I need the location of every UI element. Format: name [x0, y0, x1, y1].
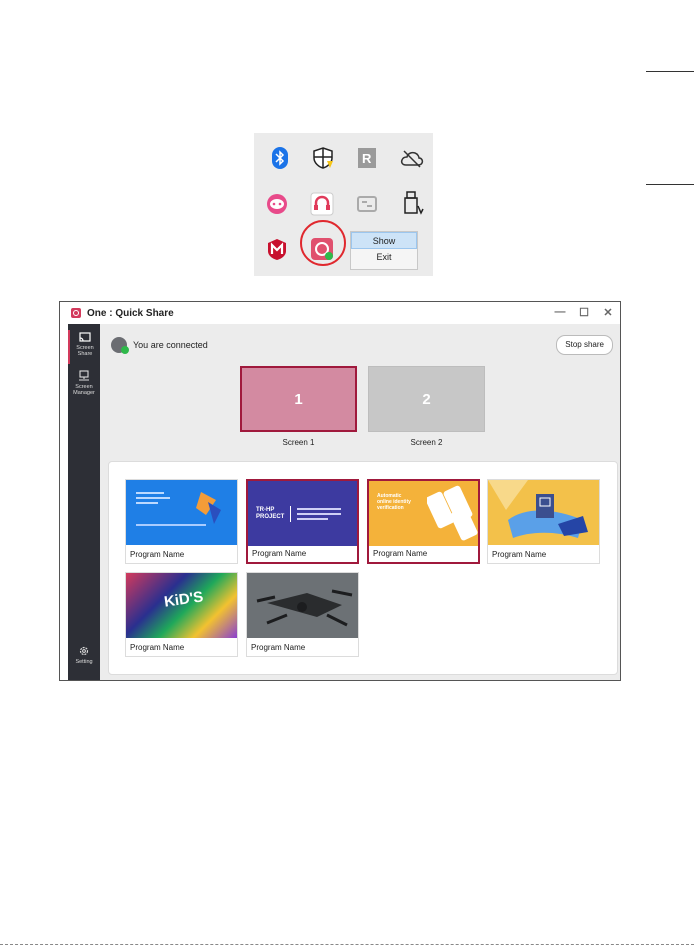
show-menu-item[interactable]: Show	[351, 232, 417, 249]
cast-icon	[79, 332, 91, 342]
margin-rule-bottom	[646, 184, 694, 185]
minimize-icon[interactable]: —	[554, 306, 566, 319]
sidebar-item-setting[interactable]: Setting	[68, 645, 100, 671]
program-name: Program Name	[492, 550, 547, 559]
program-thumbnail	[488, 480, 599, 545]
r-app-icon[interactable]: R	[353, 144, 381, 172]
main-content: You are connected Stop share 1 Screen 1 …	[100, 324, 620, 680]
quick-share-window: One : Quick Share — ☐ ✕ Screen Share Scr…	[59, 301, 621, 681]
monitor-network-icon	[79, 370, 89, 381]
maximize-icon[interactable]: ☐	[578, 306, 590, 319]
program-thumbnail	[247, 573, 358, 638]
exit-menu-item[interactable]: Exit	[351, 249, 417, 266]
connection-status: You are connected	[111, 337, 208, 354]
status-text: You are connected	[133, 340, 208, 350]
thumbnail-text: TR-HP	[256, 506, 275, 513]
program-name: Program Name	[130, 550, 185, 559]
headset-icon[interactable]	[308, 190, 336, 218]
security-shield-icon[interactable]	[310, 144, 338, 172]
tray-context-menu: Show Exit	[350, 231, 418, 270]
usb-eject-icon[interactable]	[399, 190, 427, 218]
cloud-offline-icon[interactable]	[398, 144, 426, 172]
thumbnail-text: PROJECT	[256, 513, 285, 520]
sync-icon[interactable]	[353, 190, 381, 218]
gear-icon	[79, 646, 89, 656]
screen-1-tile[interactable]: 1	[240, 366, 357, 432]
screen-2-label: Screen 2	[410, 438, 443, 447]
program-name: Program Name	[252, 549, 307, 558]
svg-text:R: R	[362, 151, 372, 166]
close-icon[interactable]: ✕	[602, 306, 614, 319]
mcafee-icon[interactable]	[263, 235, 291, 263]
program-card[interactable]: Program Name	[487, 479, 600, 564]
program-card[interactable]: KiD'S Program Name	[125, 572, 238, 657]
program-list: Program Name TR-HP PROJECT Program Name	[108, 461, 618, 675]
program-thumbnail	[126, 480, 237, 545]
screen-1-label: Screen 1	[282, 438, 315, 447]
sidebar-label: Share	[77, 351, 93, 357]
page-bottom-rule	[0, 944, 694, 945]
sidebar-item-screen-manager[interactable]: Screen Manager	[68, 370, 100, 404]
program-thumbnail: Automatic online identity verification	[369, 481, 478, 546]
program-card[interactable]: Program Name	[246, 572, 359, 657]
sidebar: Screen Share Screen Manager Setting	[68, 324, 100, 680]
program-thumbnail: KiD'S	[126, 573, 237, 638]
screen-2-tile[interactable]: 2	[368, 366, 485, 432]
title-bar[interactable]: One : Quick Share — ☐ ✕	[60, 302, 620, 324]
program-name: Program Name	[130, 643, 185, 652]
sidebar-item-screen-share[interactable]: Screen Share	[68, 330, 100, 364]
window-title: One : Quick Share	[87, 307, 174, 319]
highlight-circle	[300, 220, 346, 266]
app-logo-icon	[71, 308, 81, 318]
thumbnail-text: verification	[377, 505, 404, 511]
program-thumbnail: TR-HP PROJECT	[248, 481, 357, 546]
bluetooth-icon[interactable]	[266, 144, 294, 172]
thumbnail-text: KiD'S	[163, 588, 205, 611]
program-name: Program Name	[251, 643, 306, 652]
program-card[interactable]: Automatic online identity verification P…	[367, 479, 480, 564]
chat-bot-icon[interactable]	[263, 190, 291, 218]
sidebar-label: Setting	[75, 659, 93, 665]
stop-share-button[interactable]: Stop share	[556, 335, 613, 355]
program-card[interactable]: Program Name	[125, 479, 238, 564]
margin-rule-top	[646, 71, 694, 72]
program-card[interactable]: TR-HP PROJECT Program Name	[246, 479, 359, 564]
program-name: Program Name	[373, 549, 428, 558]
sidebar-label: Manager	[73, 390, 95, 396]
connected-icon	[111, 337, 129, 354]
